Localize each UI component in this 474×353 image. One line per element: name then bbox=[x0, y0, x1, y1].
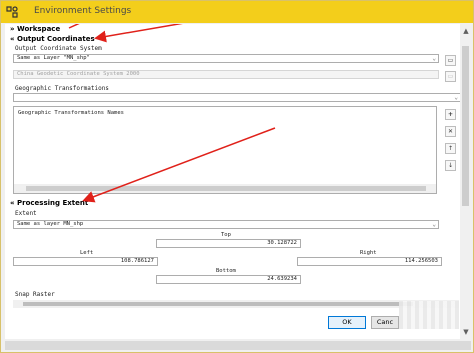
blurred-region bbox=[399, 301, 459, 329]
app-icon bbox=[5, 5, 19, 19]
arrow-to-processing-extent bbox=[82, 127, 276, 203]
down-arrow-icon[interactable]: ↓ bbox=[445, 160, 456, 171]
environment-settings-window: Environment Settings » Workspace «Output … bbox=[0, 0, 474, 353]
annotation-arrows bbox=[68, 24, 276, 203]
ok-button[interactable]: OK bbox=[328, 316, 366, 329]
cancel-button[interactable]: Canc bbox=[371, 316, 399, 329]
arrow-to-output-coordinates bbox=[94, 24, 183, 43]
up-arrow-icon[interactable]: ↑ bbox=[445, 143, 456, 154]
settings-panel: » Workspace «Output Coordinates Output Co… bbox=[5, 24, 461, 339]
arrow-to-workspace bbox=[68, 24, 80, 29]
plus-icon[interactable]: + bbox=[445, 109, 456, 120]
scroll-up-icon[interactable]: ▲ bbox=[461, 26, 471, 36]
scroll-thumb[interactable] bbox=[462, 46, 469, 206]
scroll-thumb[interactable] bbox=[23, 302, 413, 306]
scroll-down-icon[interactable]: ▼ bbox=[461, 327, 471, 337]
title-bar: Environment Settings bbox=[1, 1, 473, 23]
window-title: Environment Settings bbox=[34, 6, 132, 16]
close-icon[interactable]: ✕ bbox=[445, 126, 456, 137]
folder-icon[interactable]: ▭ bbox=[445, 55, 456, 66]
properties-icon: ▭ bbox=[445, 71, 456, 82]
horizontal-scrollbar[interactable] bbox=[13, 300, 459, 308]
bottom-scrollbar[interactable] bbox=[5, 341, 471, 350]
vertical-scrollbar[interactable]: ▲ ▼ bbox=[460, 24, 472, 339]
